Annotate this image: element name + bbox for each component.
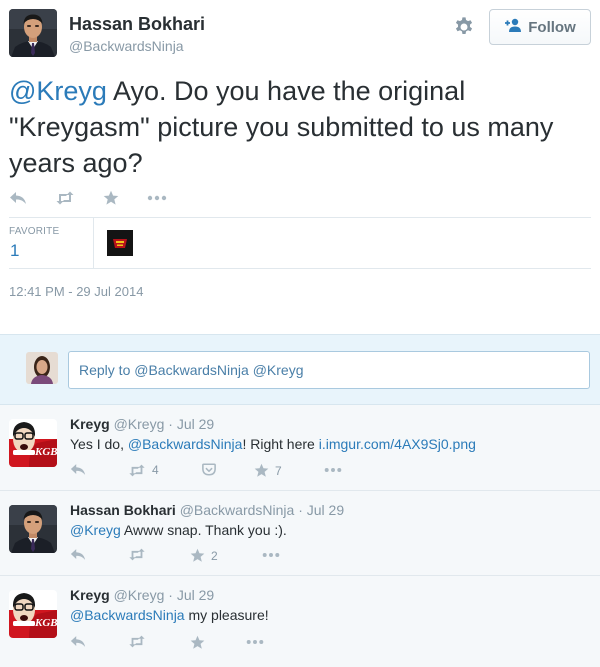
more-dots-icon[interactable] [324,467,342,473]
reply-author-avatar[interactable] [9,505,57,553]
reply-composer: Reply to @BackwardsNinja @Kreyg [0,334,600,405]
reply-icon[interactable] [70,463,86,476]
reply-text-rest: Awww snap. Thank you :). [120,522,287,538]
author-avatar[interactable] [9,9,57,57]
reply-header: Kreyg @Kreyg · Jul 29 [70,587,214,603]
reply-author-name[interactable]: Kreyg [70,416,110,432]
tweet-stats: FAVORITE 1 [9,217,591,269]
reply-icon[interactable] [9,191,27,205]
author-name[interactable]: Hassan Bokhari [69,14,205,35]
reply-icon[interactable] [70,548,86,561]
retweet-count: 4 [152,463,159,477]
reply-separator: · [168,416,177,432]
retweet-icon[interactable] [55,191,75,205]
reply-author-name[interactable]: Kreyg [70,587,110,603]
retweet-icon[interactable]: 4 [128,463,159,477]
reply-date[interactable]: Jul 29 [177,587,214,603]
reply-text-mid: ! Right here [242,436,319,452]
follow-person-icon [504,18,522,36]
favorite-count: 7 [275,463,282,478]
follow-button[interactable]: Follow [489,9,591,45]
favorite-star-icon[interactable] [103,190,119,206]
favorite-stat-count[interactable]: 1 [10,241,19,261]
tweet-text: @Kreyg Ayo. Do you have the original "Kr… [9,73,569,181]
more-dots-icon[interactable] [246,639,264,645]
reply-mention[interactable]: @BackwardsNinja [128,436,243,452]
follow-label: Follow [528,18,576,36]
reply-separator: · [168,587,177,603]
reply-date[interactable]: Jul 29 [177,416,214,432]
reply-tweet: Kreyg @Kreyg · Jul 29 @BackwardsNinja my… [0,576,600,667]
author-handle[interactable]: @BackwardsNinja [69,38,184,54]
reply-input[interactable]: Reply to @BackwardsNinja @Kreyg [68,351,590,389]
reply-date[interactable]: Jul 29 [307,502,344,518]
current-user-avatar [26,352,58,384]
reply-tweet: Kreyg @Kreyg · Jul 29 Yes I do, @Backwar… [0,405,600,491]
reply-author-name[interactable]: Hassan Bokhari [70,502,176,518]
reply-header: Kreyg @Kreyg · Jul 29 [70,416,214,432]
favorite-count: 2 [211,548,218,563]
tweet-header: Hassan Bokhari @BackwardsNinja Follow [9,9,591,61]
reply-author-handle[interactable]: @Kreyg [114,416,165,432]
retweet-icon[interactable] [128,635,146,648]
reply-author-handle[interactable]: @Kreyg [114,587,165,603]
reply-author-avatar[interactable] [9,590,57,638]
reply-text: @BackwardsNinja my pleasure! [70,607,269,623]
favorite-stat-label: FAVORITE [9,226,60,237]
favorite-star-icon[interactable]: 7 [254,463,282,478]
reply-text-rest: my pleasure! [184,607,269,623]
pocket-icon[interactable] [202,463,216,476]
reply-author-handle[interactable]: @BackwardsNinja [180,502,295,518]
reply-separator: · [298,502,307,518]
tweet-actions [9,188,195,208]
stat-divider [93,218,94,268]
favorite-star-icon[interactable] [190,635,205,650]
favorite-star-icon[interactable]: 2 [190,548,218,563]
favoriter-avatar[interactable] [107,230,133,256]
tweet-timestamp[interactable]: 12:41 PM - 29 Jul 2014 [9,284,143,299]
retweet-icon[interactable] [128,548,146,561]
reply-icon[interactable] [70,635,86,648]
reply-text-pre: Yes I do, [70,436,128,452]
reply-link[interactable]: i.imgur.com/4AX9Sj0.png [319,436,476,452]
reply-text: Yes I do, @BackwardsNinja! Right here i.… [70,436,476,452]
reply-tweet: Hassan Bokhari @BackwardsNinja · Jul 29 … [0,491,600,576]
reply-header: Hassan Bokhari @BackwardsNinja · Jul 29 [70,502,344,518]
more-dots-icon[interactable] [262,552,280,558]
reply-mention[interactable]: @Kreyg [70,522,121,538]
reply-mention[interactable]: @BackwardsNinja [70,607,185,623]
tweet-mention[interactable]: @Kreyg [9,76,107,106]
reply-text: @Kreyg Awww snap. Thank you :). [70,522,287,538]
gear-icon[interactable] [453,16,477,40]
reply-author-avatar[interactable] [9,419,57,467]
more-dots-icon[interactable] [147,195,167,201]
